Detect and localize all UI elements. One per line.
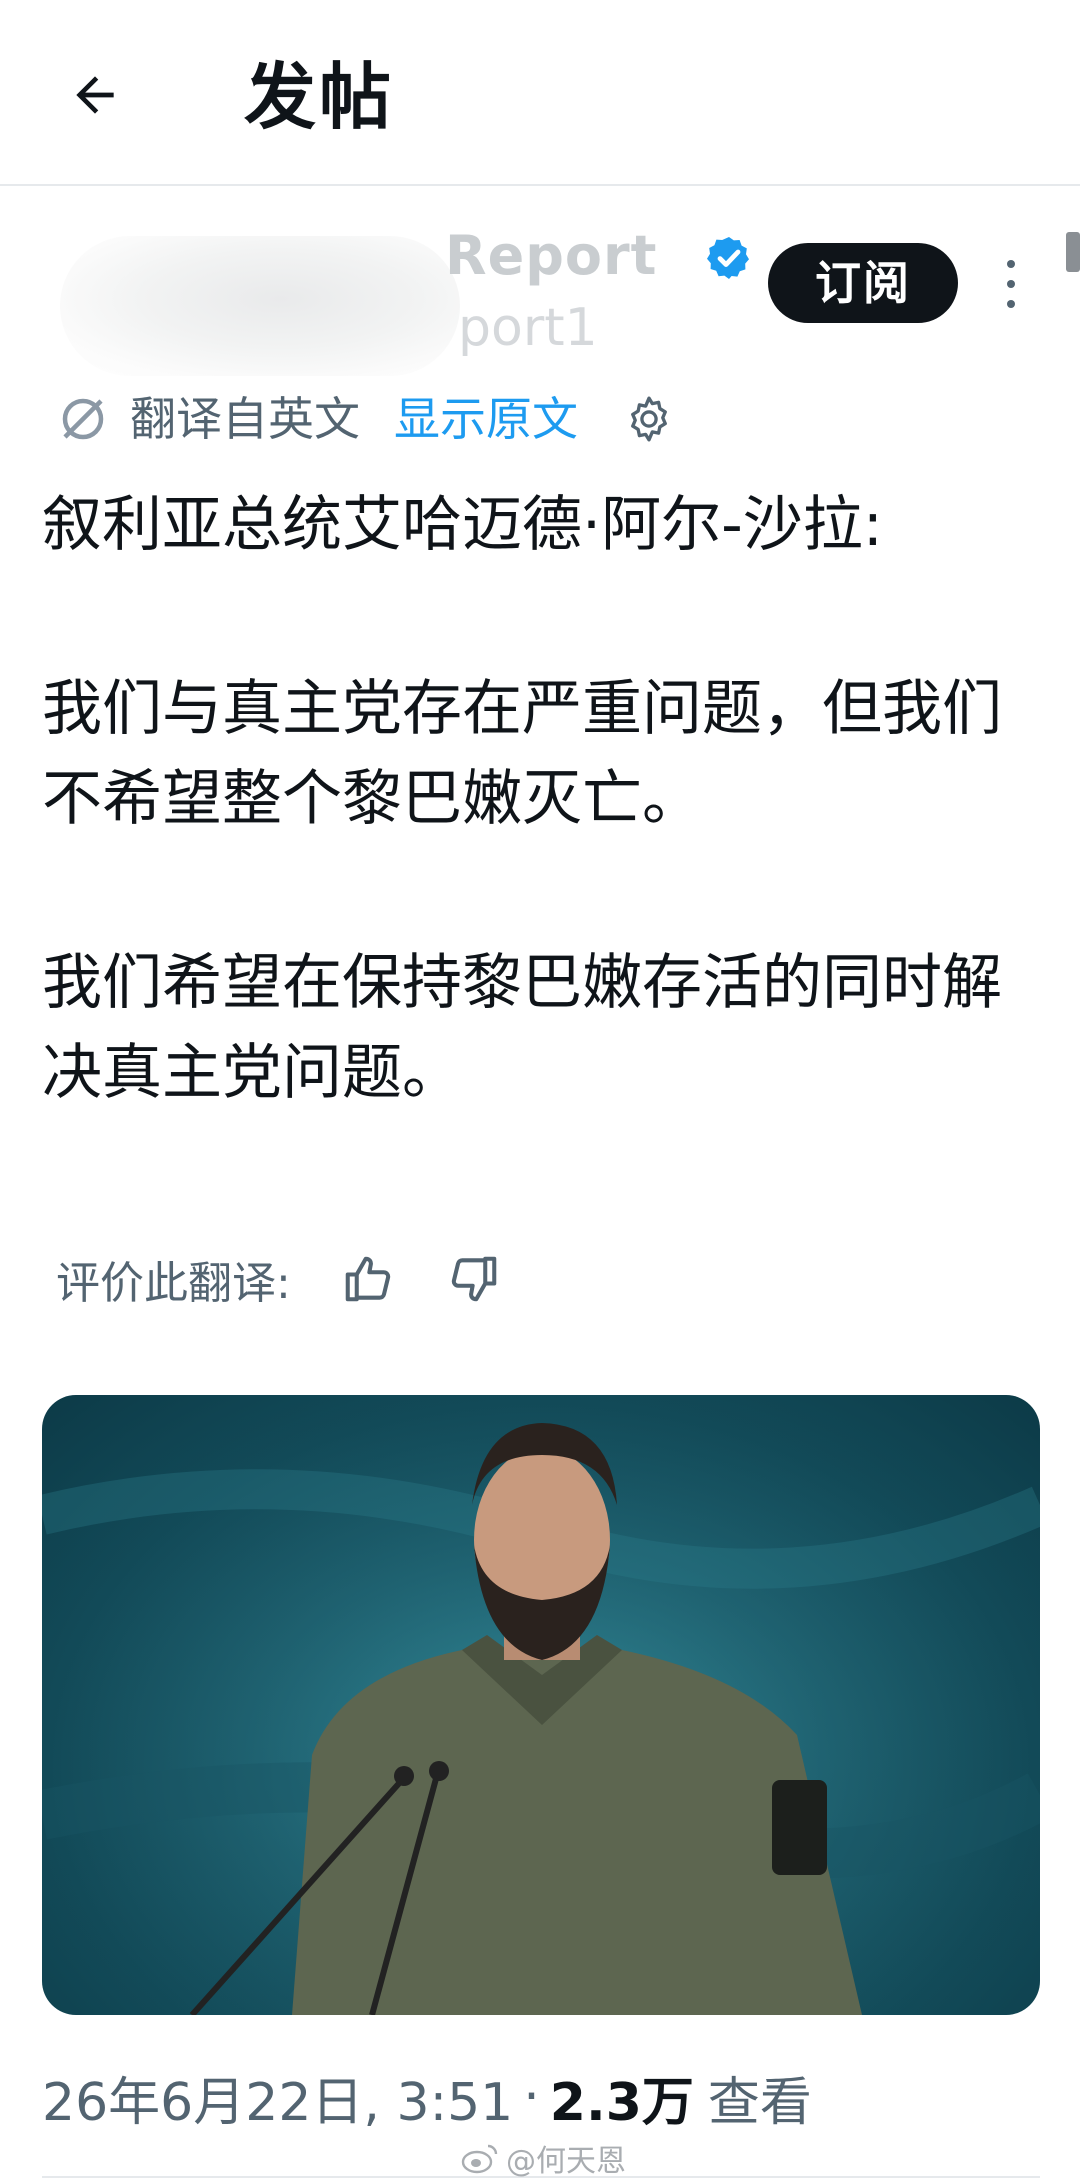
author-block[interactable]: Report port1	[60, 216, 749, 376]
watermark-text: @何天恩	[506, 2144, 626, 2179]
page-title: 发帖	[244, 55, 395, 139]
top-bar: 发帖	[0, 0, 1080, 186]
views-label: 查看	[707, 2072, 812, 2133]
post-paragraph: 我们与真主党存在严重问题，但我们不希望整个黎巴嫩灭亡。	[42, 674, 1002, 834]
back-button[interactable]	[58, 58, 132, 132]
rate-translation-label: 评价此翻译:	[56, 1258, 291, 1309]
blurred-avatar-and-name	[60, 236, 460, 376]
more-options-button[interactable]	[994, 252, 1028, 316]
author-handle: port1	[458, 298, 598, 358]
show-original-link[interactable]: 显示原文	[394, 389, 578, 449]
rate-translation-bar: 评价此翻译:	[56, 1248, 553, 1310]
more-dot-icon	[1007, 260, 1015, 268]
meta-separator: ·	[523, 2067, 540, 2127]
post-text: 叙利亚总统艾哈迈德·阿尔-沙拉: 我们与真主党存在严重问题，但我们不希望整个黎巴…	[42, 480, 1042, 1118]
post-paragraph: 我们希望在保持黎巴嫩存活的同时解决真主党问题。	[42, 948, 1002, 1108]
arrow-left-icon	[76, 76, 114, 114]
gear-icon[interactable]	[624, 394, 674, 444]
views-count: 2.3万	[549, 2072, 694, 2133]
author-name[interactable]: Report	[445, 224, 657, 288]
translate-icon	[62, 398, 104, 440]
weibo-icon	[461, 2144, 498, 2174]
post-image[interactable]	[42, 1395, 1040, 2015]
thumbs-down-icon[interactable]	[447, 1252, 501, 1306]
post-timestamp[interactable]: 26年6月22日, 3:51	[42, 2060, 513, 2135]
translation-bar: 翻译自英文 显示原文	[56, 388, 674, 450]
post-meta: 26年6月22日, 3:51 · 2.3万 查看	[42, 2060, 812, 2134]
speaker-photo	[42, 1395, 1040, 2015]
verified-badge-icon	[707, 237, 749, 279]
scrollbar[interactable]	[1066, 232, 1080, 272]
post-paragraph: 叙利亚总统艾哈迈德·阿尔-沙拉:	[42, 490, 883, 560]
subscribe-button[interactable]: 订阅	[768, 243, 958, 323]
more-dot-icon	[1007, 300, 1015, 308]
more-dot-icon	[1007, 280, 1015, 288]
thumbs-up-icon[interactable]	[341, 1252, 395, 1306]
translated-from-label: 翻译自英文	[130, 392, 360, 446]
watermark: @何天恩	[460, 2138, 626, 2179]
